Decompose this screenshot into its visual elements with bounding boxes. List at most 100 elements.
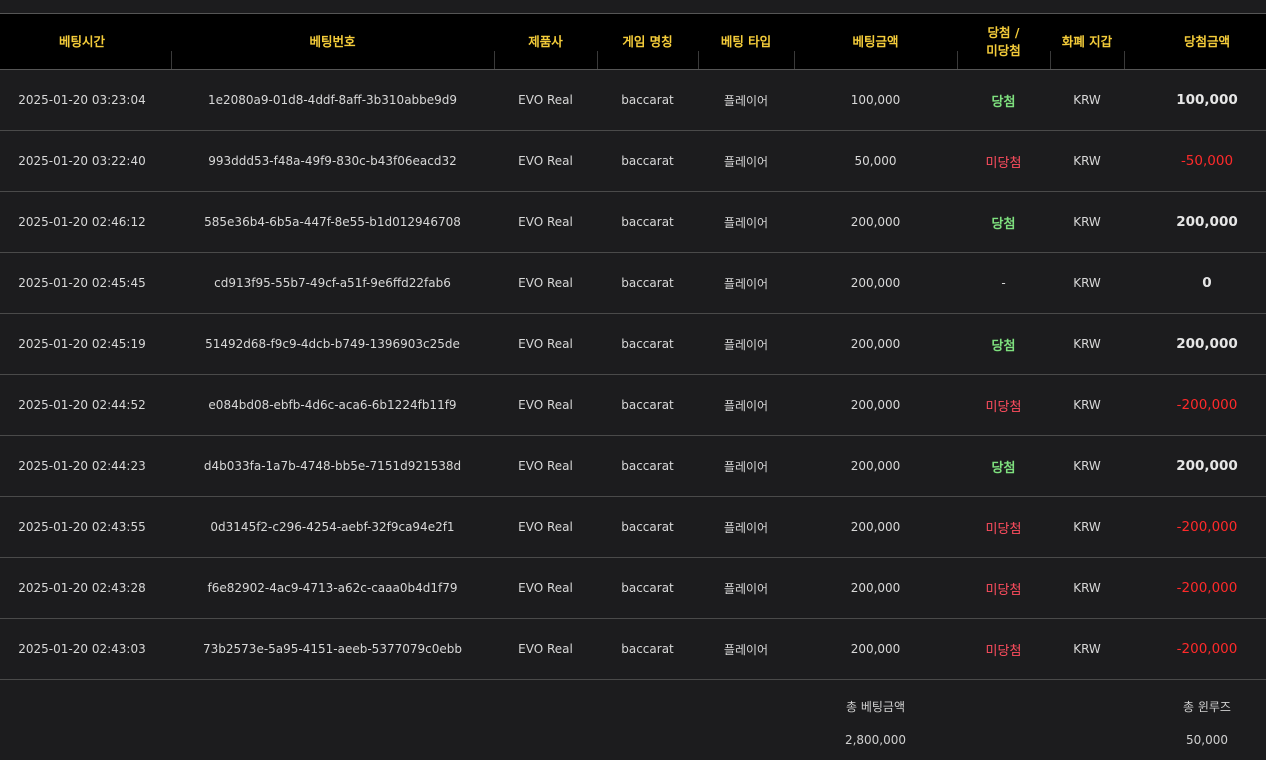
cell-provider: EVO Real (518, 459, 573, 473)
cell-bet-amount: 200,000 (850, 520, 901, 534)
column-divider (957, 51, 958, 69)
cell-game: baccarat (621, 276, 674, 290)
cell-time: 2025-01-20 02:44:23 (18, 459, 146, 473)
cell-bet-type: 플레이어 (723, 520, 769, 535)
cell-currency: KRW (1073, 276, 1101, 290)
cell-bet-type: 플레이어 (723, 215, 769, 230)
cell-result: 미당첨 (985, 643, 1022, 659)
table-row[interactable]: 2025-01-20 02:45:19 51492d68-f9c9-4dcb-b7… (0, 314, 1266, 375)
cell-currency: KRW (1073, 581, 1101, 595)
table-row[interactable]: 2025-01-20 02:44:23 d4b033fa-1a7b-4748-bb… (0, 436, 1266, 497)
cell-result: 당첨 (991, 216, 1016, 232)
column-divider (597, 51, 598, 69)
total-bet-label: 총 베팅금액 (845, 700, 905, 714)
table-row[interactable]: 2025-01-20 03:22:40 993ddd53-f48a-49f9-83… (0, 131, 1266, 192)
cell-bet-type: 플레이어 (723, 337, 769, 352)
cell-game: baccarat (621, 154, 674, 168)
table-body: 2025-01-20 03:23:04 1e2080a9-01d8-4ddf-8a… (0, 70, 1266, 680)
cell-provider: EVO Real (518, 276, 573, 290)
cell-win-amount: 200,000 (1176, 336, 1238, 352)
col-header-bet-amount[interactable]: 베팅금액 (794, 14, 957, 69)
column-divider (698, 51, 699, 69)
cell-result: 미당첨 (985, 521, 1022, 537)
cell-time: 2025-01-20 02:45:19 (18, 337, 146, 351)
table-row[interactable]: 2025-01-20 02:43:03 73b2573e-5a95-4151-ae… (0, 619, 1266, 680)
cell-game: baccarat (621, 642, 674, 656)
cell-currency: KRW (1073, 215, 1101, 229)
total-bet-value: 2,800,000 (844, 733, 907, 747)
cell-time: 2025-01-20 02:44:52 (18, 398, 146, 412)
cell-time: 2025-01-20 02:43:28 (18, 581, 146, 595)
table-footer: 총 베팅금액 2,800,000 총 윈루즈 50,000 (0, 680, 1266, 760)
cell-result: 미당첨 (985, 399, 1022, 415)
cell-currency: KRW (1073, 398, 1101, 412)
cell-result: 미당첨 (985, 582, 1022, 598)
cell-win-amount: -200,000 (1176, 397, 1238, 413)
col-header-game[interactable]: 게임 명칭 (597, 14, 698, 69)
cell-bet-amount: 200,000 (850, 459, 901, 473)
col-header-win-amount[interactable]: 당첨금액 (1124, 14, 1266, 69)
total-winloss-value: 50,000 (1186, 733, 1228, 747)
table-row[interactable]: 2025-01-20 02:43:28 f6e82902-4ac9-4713-a6… (0, 558, 1266, 619)
cell-game: baccarat (621, 215, 674, 229)
cell-game: baccarat (621, 93, 674, 107)
table-row[interactable]: 2025-01-20 03:23:04 1e2080a9-01d8-4ddf-8a… (0, 70, 1266, 131)
cell-bet-amount: 200,000 (850, 398, 901, 412)
column-divider (171, 51, 172, 69)
cell-bet-type: 플레이어 (723, 581, 769, 596)
cell-bet-amount: 100,000 (850, 93, 901, 107)
cell-bet-amount: 200,000 (850, 276, 901, 290)
col-header-bet-type[interactable]: 베팅 타입 (698, 14, 794, 69)
cell-win-amount: 200,000 (1176, 458, 1238, 474)
table-row[interactable]: 2025-01-20 02:43:55 0d3145f2-c296-4254-ae… (0, 497, 1266, 558)
col-header-bet-id[interactable]: 베팅번호 (171, 14, 494, 69)
cell-bet-amount: 200,000 (850, 581, 901, 595)
cell-win-amount: -200,000 (1176, 641, 1238, 657)
col-header-currency[interactable]: 화폐 지갑 (1050, 14, 1124, 69)
cell-currency: KRW (1073, 93, 1101, 107)
cell-result: 당첨 (991, 94, 1016, 110)
cell-result: 당첨 (991, 338, 1016, 354)
col-header-provider[interactable]: 제품사 (494, 14, 597, 69)
table-row[interactable]: 2025-01-20 02:46:12 585e36b4-6b5a-447f-8e… (0, 192, 1266, 253)
cell-provider: EVO Real (518, 337, 573, 351)
cell-currency: KRW (1073, 642, 1101, 656)
cell-provider: EVO Real (518, 581, 573, 595)
cell-provider: EVO Real (518, 520, 573, 534)
cell-time: 2025-01-20 03:23:04 (18, 93, 146, 107)
cell-game: baccarat (621, 337, 674, 351)
col-header-result[interactable]: 당첨 / 미당첨 (957, 14, 1050, 69)
column-divider (1050, 51, 1051, 69)
cell-provider: EVO Real (518, 154, 573, 168)
cell-time: 2025-01-20 03:22:40 (18, 154, 146, 168)
cell-bet-type: 플레이어 (723, 93, 769, 108)
cell-currency: KRW (1073, 459, 1101, 473)
cell-bet-id: 993ddd53-f48a-49f9-830c-b43f06eacd32 (208, 154, 457, 168)
cell-provider: EVO Real (518, 642, 573, 656)
col-header-result-line2: 미당첨 (986, 42, 1021, 58)
top-strip (0, 0, 1266, 14)
table-row[interactable]: 2025-01-20 02:44:52 e084bd08-ebfb-4d6c-ac… (0, 375, 1266, 436)
cell-provider: EVO Real (518, 215, 573, 229)
cell-game: baccarat (621, 520, 674, 534)
cell-win-amount: -200,000 (1176, 519, 1238, 535)
cell-bet-id: f6e82902-4ac9-4713-a62c-caaa0b4d1f79 (207, 581, 458, 595)
cell-time: 2025-01-20 02:43:55 (18, 520, 146, 534)
cell-time: 2025-01-20 02:46:12 (18, 215, 146, 229)
column-divider (494, 51, 495, 69)
cell-bet-type: 플레이어 (723, 398, 769, 413)
table-row[interactable]: 2025-01-20 02:45:45 cd913f95-55b7-49cf-a5… (0, 253, 1266, 314)
cell-game: baccarat (621, 398, 674, 412)
col-header-time[interactable]: 베팅시간 (0, 14, 164, 69)
cell-win-amount: -50,000 (1180, 153, 1234, 169)
cell-currency: KRW (1073, 154, 1101, 168)
cell-provider: EVO Real (518, 93, 573, 107)
cell-bet-type: 플레이어 (723, 276, 769, 291)
cell-currency: KRW (1073, 337, 1101, 351)
cell-bet-id: e084bd08-ebfb-4d6c-aca6-6b1224fb11f9 (208, 398, 457, 412)
cell-result: 미당첨 (985, 155, 1022, 171)
cell-win-amount: 100,000 (1176, 92, 1238, 108)
cell-bet-id: 585e36b4-6b5a-447f-8e55-b1d012946708 (204, 215, 461, 229)
cell-bet-id: 0d3145f2-c296-4254-aebf-32f9ca94e2f1 (210, 520, 455, 534)
cell-bet-type: 플레이어 (723, 642, 769, 657)
